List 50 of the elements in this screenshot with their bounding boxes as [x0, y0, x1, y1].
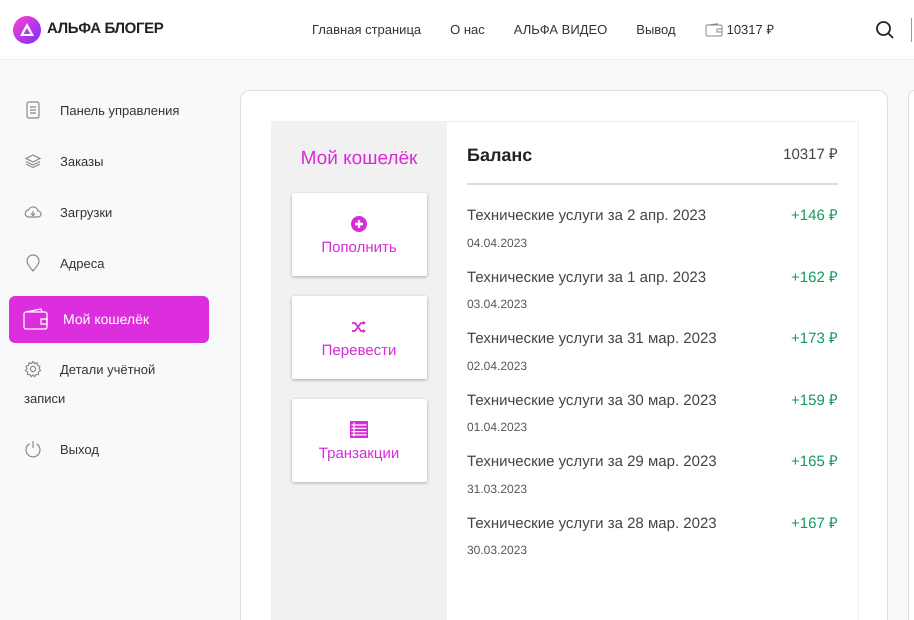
logo-icon — [13, 16, 41, 44]
transaction-title: Технические услуги за 28 мар. 2023 — [467, 514, 717, 534]
cloud-download-icon — [24, 205, 42, 220]
transaction-date: 30.03.2023 — [467, 542, 528, 559]
document-icon — [25, 101, 41, 120]
transaction-amount: +165 ₽ — [791, 452, 838, 472]
sidebar-item[interactable]: Выход — [9, 431, 194, 468]
transaction-amount: +167 ₽ — [791, 514, 838, 534]
transaction-title: Технические услуги за 30 мар. 2023 — [467, 390, 717, 410]
sidebar-item[interactable]: Панель управления — [9, 92, 194, 129]
wallet-action-button[interactable]: Пополнить — [292, 192, 426, 276]
gear-icon — [24, 360, 42, 378]
wallet-icon — [23, 308, 49, 330]
transaction-amount: +146 ₽ — [791, 206, 838, 226]
transaction-date: 01.04.2023 — [467, 419, 528, 436]
layers-icon — [24, 153, 42, 170]
map-pin-icon — [25, 254, 41, 272]
balance-amount: 10317 ₽ — [783, 145, 838, 166]
nav-link[interactable]: АЛЬФА ВИДЕО — [514, 20, 608, 40]
transaction-title: Технические услуги за 31 мар. 2023 — [467, 329, 717, 349]
transaction-amount: +159 ₽ — [791, 390, 838, 410]
logo-text: АЛЬФА БЛОГЕР — [47, 19, 164, 40]
transaction-amount: +173 ₽ — [791, 329, 838, 349]
nav-link[interactable]: О нас — [450, 20, 485, 40]
power-icon — [24, 440, 42, 458]
sidebar-item[interactable]: Адреса — [9, 245, 194, 282]
transaction-amount: +162 ₽ — [791, 268, 838, 288]
transaction-title: Технические услуги за 29 мар. 2023 — [467, 452, 717, 472]
transaction-date: 04.04.2023 — [467, 234, 528, 252]
sidebar-item[interactable]: Загрузки — [9, 194, 194, 231]
wallet-action-button[interactable]: Транзакции — [292, 398, 426, 482]
balance-title: Баланс — [467, 144, 532, 167]
wallet-action-button[interactable]: Перевести — [292, 296, 426, 378]
shuffle-icon — [351, 320, 367, 334]
transaction-date: 31.03.2023 — [467, 480, 528, 498]
nav-link[interactable]: Вывод — [636, 20, 676, 40]
transaction-title: Технические услуги за 2 апр. 2023 — [467, 206, 706, 226]
transaction-title: Технические услуги за 1 апр. 2023 — [467, 268, 706, 288]
search-icon[interactable] — [875, 20, 895, 40]
transaction-date: 02.04.2023 — [467, 358, 528, 374]
wallet-icon — [704, 22, 723, 36]
header-balance: 10317 ₽ — [726, 20, 774, 39]
sidebar-item[interactable]: Детали учётной записи — [9, 351, 194, 417]
sidebar-item[interactable]: Заказы — [9, 143, 194, 180]
plus-circle-icon — [351, 216, 367, 232]
wallet-title: Мой кошелёк — [300, 147, 418, 171]
list-icon — [350, 421, 368, 438]
sidebar-item[interactable]: Мой кошелёк — [9, 296, 209, 343]
nav-link[interactable]: Главная страница — [312, 20, 422, 40]
transaction-date: 03.04.2023 — [467, 296, 528, 313]
